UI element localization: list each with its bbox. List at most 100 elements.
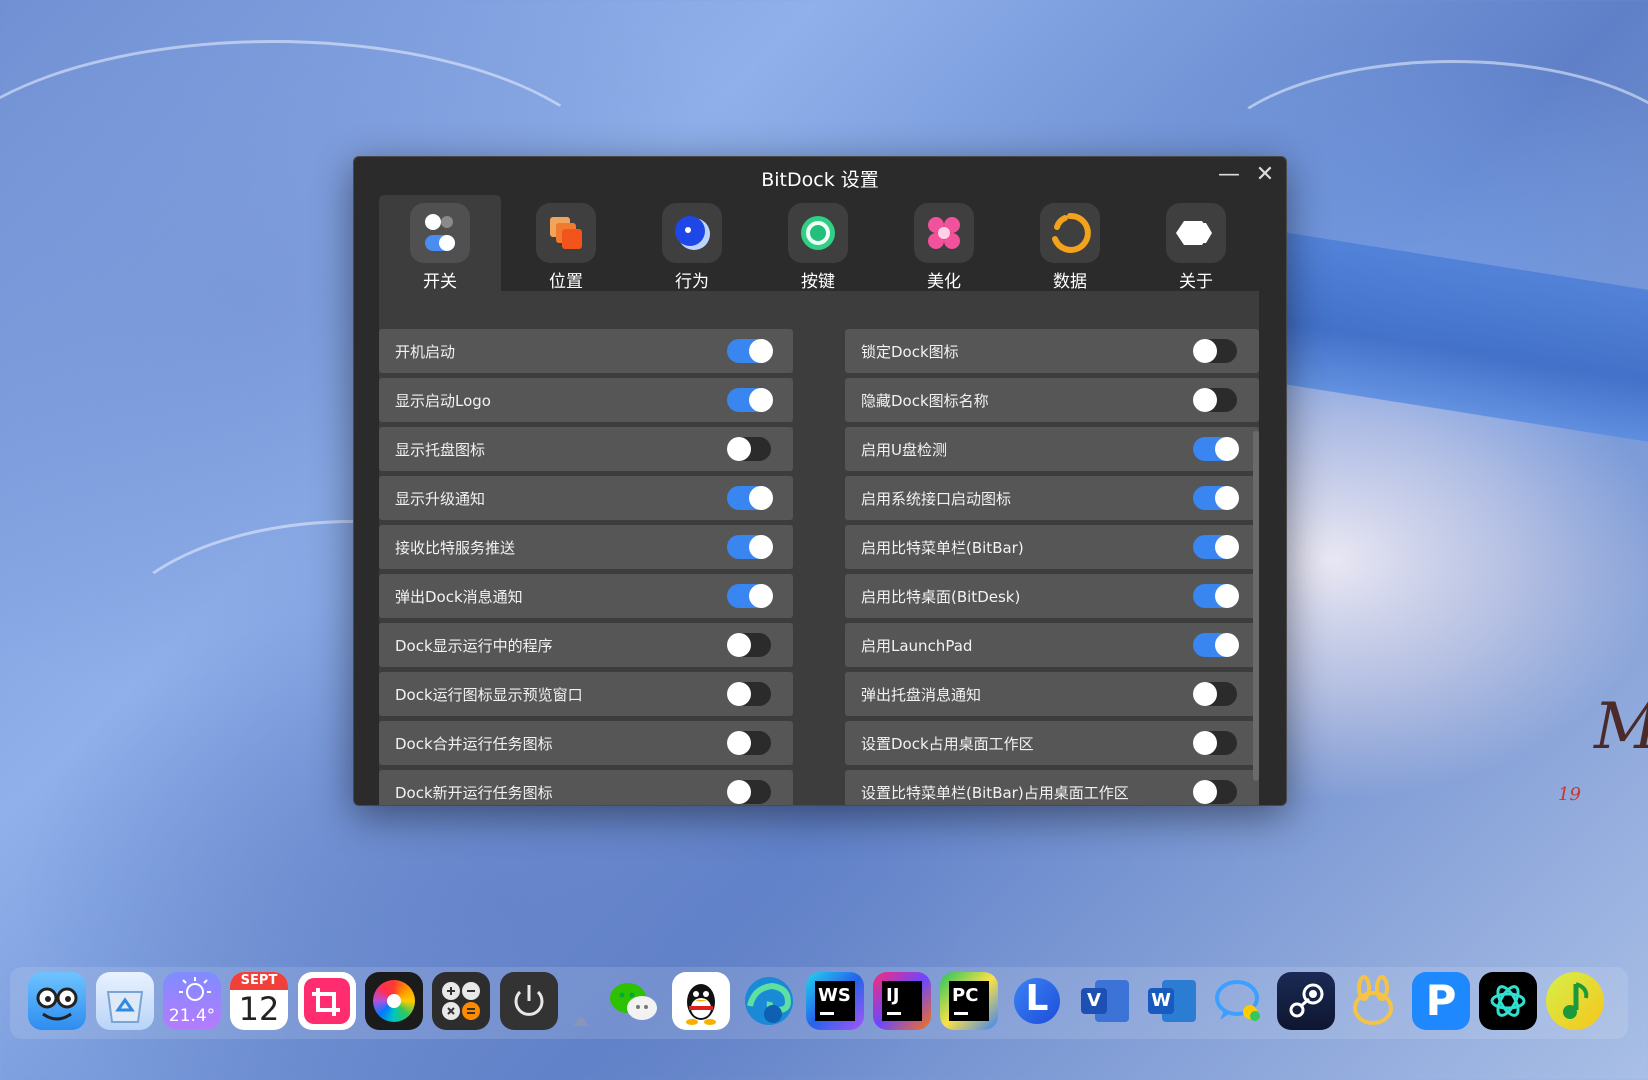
finder-icon[interactable] — [28, 972, 86, 1030]
setting-toggle[interactable] — [1193, 633, 1239, 657]
setting-label: 启用U盘检测 — [861, 441, 947, 459]
scrollbar[interactable] — [1253, 431, 1259, 781]
toggle-knob — [749, 584, 773, 608]
webstorm-label: WS — [818, 985, 851, 1006]
minimize-button[interactable]: — — [1214, 161, 1244, 189]
setting-row-right: 弹出托盘消息通知 — [845, 672, 1259, 716]
setting-row-left: 显示启动Logo — [379, 378, 793, 422]
setting-toggle[interactable] — [1193, 584, 1239, 608]
toggle-knob — [749, 535, 773, 559]
setting-label: 弹出托盘消息通知 — [861, 686, 982, 704]
music-note-icon[interactable] — [1546, 972, 1604, 1030]
tab-label: 开关 — [423, 272, 457, 292]
steam-icon[interactable] — [1277, 972, 1335, 1030]
setting-toggle[interactable] — [727, 388, 773, 412]
pycharm-icon[interactable]: PC — [940, 972, 998, 1030]
toggle-knob — [727, 437, 751, 461]
bunny-app-icon[interactable] — [1344, 972, 1402, 1030]
toggle-knob — [1215, 633, 1239, 657]
calendar-day: 12 — [238, 990, 280, 1028]
hexagon-icon — [1166, 203, 1226, 263]
setting-label: 显示升级通知 — [395, 490, 486, 508]
lark-l-icon[interactable]: L — [1008, 972, 1066, 1030]
tab-switches[interactable]: 开关 — [379, 195, 501, 292]
settings-tabs: 开关 位置 行为 按键 美化 数据 关于 — [379, 195, 1259, 292]
toggle-knob — [727, 731, 751, 755]
setting-toggle[interactable] — [727, 486, 773, 510]
dock-separator-arrow-icon[interactable] — [573, 1016, 589, 1026]
calendar-month: SEPT — [240, 973, 278, 988]
setting-toggle[interactable] — [727, 682, 771, 706]
settings-content: 开机启动 显示启动Logo 显示托盘图标 显示升级通知 接收比特服务推送 弹出Dock消息… — [379, 291, 1259, 805]
setting-row-right: 启用U盘检测 — [845, 427, 1259, 471]
intellij-idea-icon[interactable]: IJ — [873, 972, 931, 1030]
setting-toggle[interactable] — [727, 339, 773, 363]
setting-toggle[interactable] — [1193, 731, 1237, 755]
webstorm-icon[interactable]: WS — [806, 972, 864, 1030]
word-icon[interactable]: W — [1142, 972, 1200, 1030]
title-bar[interactable]: BitDock 设置 — ✕ — [354, 157, 1286, 193]
setting-label: Dock新开运行任务图标 — [395, 784, 553, 802]
setting-toggle[interactable] — [727, 535, 773, 559]
tab-data[interactable]: 数据 — [1009, 195, 1131, 292]
tab-beautify[interactable]: 美化 — [883, 195, 1005, 292]
toggle-knob — [1215, 584, 1239, 608]
setting-toggle[interactable] — [1193, 437, 1239, 461]
tab-position[interactable]: 位置 — [505, 195, 627, 292]
tab-about[interactable]: 关于 — [1135, 195, 1257, 292]
setting-row-left: Dock运行图标显示预览窗口 — [379, 672, 793, 716]
setting-toggle[interactable] — [1193, 682, 1237, 706]
tab-keys[interactable]: 按键 — [757, 195, 879, 292]
visio-icon[interactable]: V — [1075, 972, 1133, 1030]
setting-label: 设置Dock占用桌面工作区 — [861, 735, 1034, 753]
setting-label: 隐藏Dock图标名称 — [861, 392, 989, 410]
wechat-icon[interactable] — [604, 972, 662, 1030]
setting-toggle[interactable] — [727, 584, 773, 608]
chatgpt-icon[interactable] — [1479, 972, 1537, 1030]
target-icon — [788, 203, 848, 263]
p-app-icon[interactable]: P — [1412, 972, 1470, 1030]
calculator-icon[interactable] — [432, 972, 490, 1030]
setting-label: 启用比特菜单栏(BitBar) — [861, 539, 1024, 557]
setting-toggle[interactable] — [727, 437, 771, 461]
close-button[interactable]: ✕ — [1250, 161, 1280, 189]
setting-row-right: 隐藏Dock图标名称 — [845, 378, 1259, 422]
flower-icon — [914, 203, 974, 263]
recycle-bin-icon[interactable] — [96, 972, 154, 1030]
weather-icon[interactable]: 21.4° — [163, 972, 221, 1030]
toggle-icon — [410, 203, 470, 263]
toggle-knob — [727, 633, 751, 657]
setting-row-right: 启用比特桌面(BitDesk) — [845, 574, 1259, 618]
setting-toggle[interactable] — [1193, 780, 1237, 804]
qq-icon[interactable] — [672, 972, 730, 1030]
setting-row-left: 弹出Dock消息通知 — [379, 574, 793, 618]
setting-label: 锁定Dock图标 — [861, 343, 959, 361]
screenshot-tool-icon[interactable] — [298, 972, 356, 1030]
setting-toggle[interactable] — [727, 731, 771, 755]
tab-label: 按键 — [801, 272, 835, 292]
layers-icon — [536, 203, 596, 263]
setting-row-left: Dock显示运行中的程序 — [379, 623, 793, 667]
setting-row-right: 启用系统接口启动图标 — [845, 476, 1259, 520]
setting-toggle[interactable] — [727, 780, 771, 804]
tab-behavior[interactable]: 行为 — [631, 195, 753, 292]
toggle-knob — [1193, 388, 1217, 412]
setting-toggle[interactable] — [1193, 486, 1239, 510]
setting-label: 启用LaunchPad — [861, 637, 973, 655]
toggle-knob — [727, 780, 751, 804]
chat-bubble-icon[interactable] — [1210, 972, 1268, 1030]
power-icon[interactable] — [500, 972, 558, 1030]
color-picker-icon[interactable] — [365, 972, 423, 1030]
setting-toggle[interactable] — [1193, 388, 1237, 412]
bitdock-settings-window: BitDock 设置 — ✕ 开关 位置 行为 按键 美化 数据 关于 开机启动… — [353, 156, 1287, 806]
setting-label: Dock合并运行任务图标 — [395, 735, 553, 753]
window-title: BitDock 设置 — [761, 169, 879, 191]
visio-label: V — [1087, 990, 1101, 1011]
edge-browser-icon[interactable] — [740, 972, 798, 1030]
setting-toggle[interactable] — [1193, 535, 1239, 559]
setting-row-left: 显示托盘图标 — [379, 427, 793, 471]
calendar-icon[interactable]: SEPT 12 — [230, 972, 288, 1030]
setting-toggle[interactable] — [727, 633, 771, 657]
setting-toggle[interactable] — [1193, 339, 1237, 363]
pycharm-label: PC — [952, 985, 979, 1006]
